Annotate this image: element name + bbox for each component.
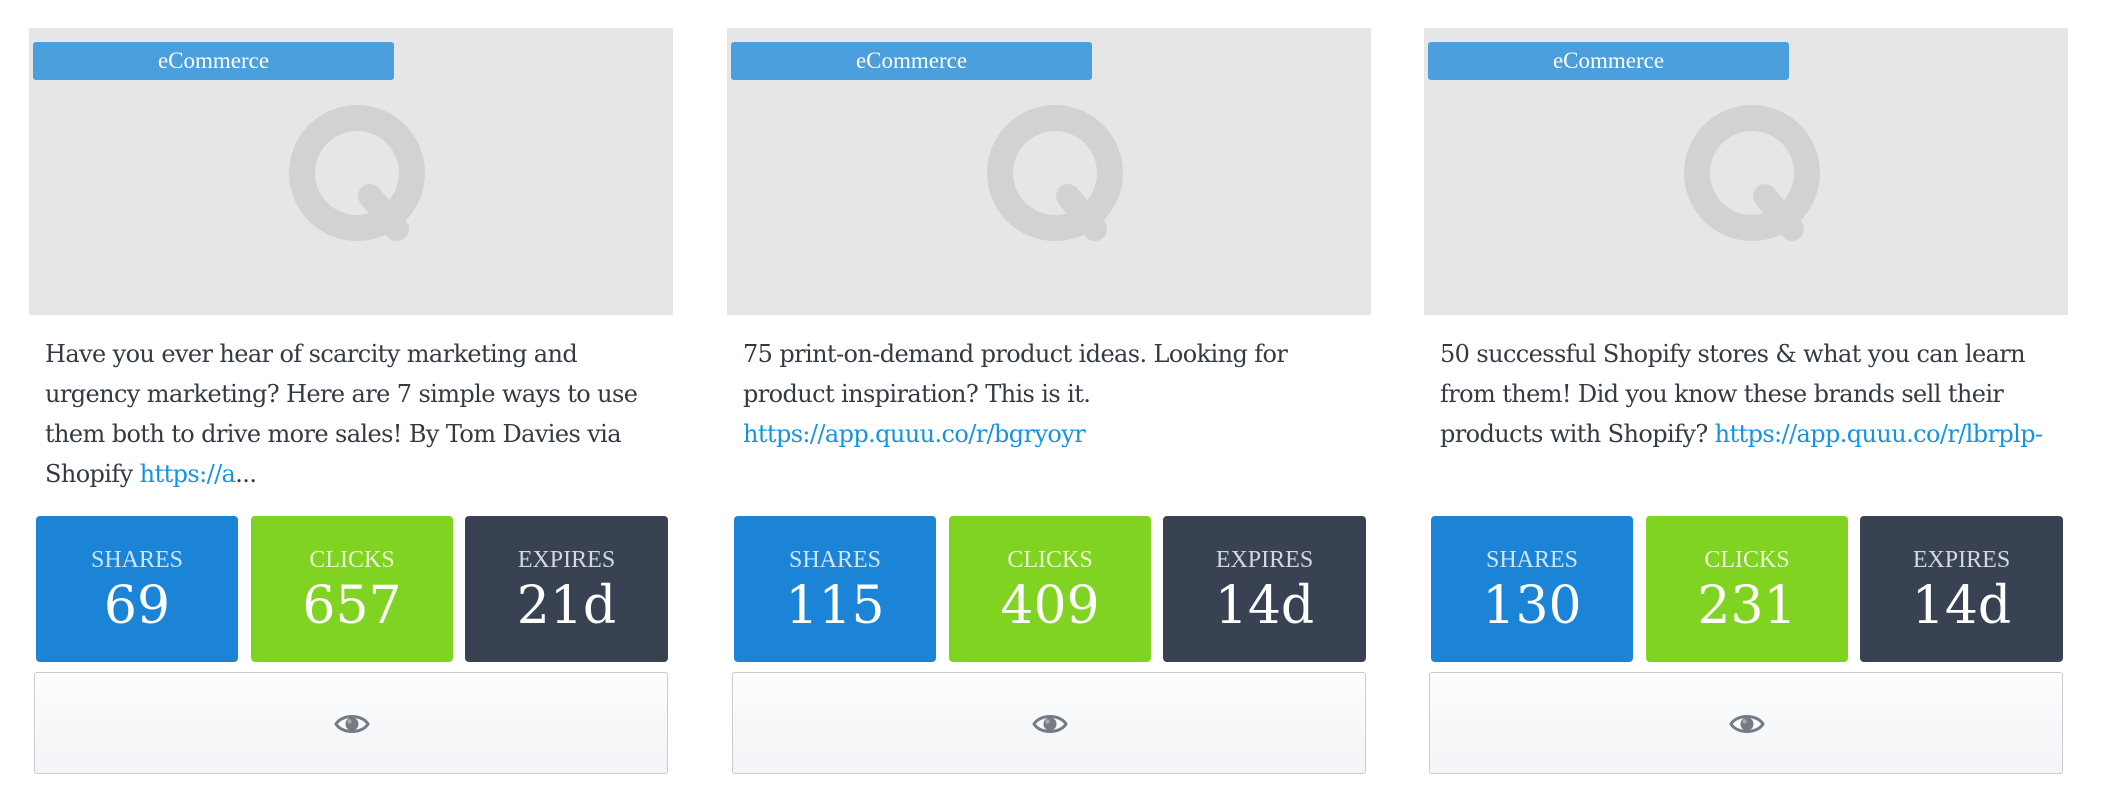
expires-label: EXPIRES <box>1215 547 1314 573</box>
category-badge[interactable]: eCommerce <box>1428 42 1789 80</box>
card-thumbnail: eCommerce <box>29 28 673 315</box>
eye-icon <box>334 715 370 733</box>
content-card: eCommerce 75 print-on-demand product ide… <box>727 28 1371 788</box>
shares-stat: SHARES 130 <box>1431 516 1633 662</box>
quuu-q-logo-icon <box>1684 105 1820 241</box>
shares-label: SHARES <box>788 547 882 573</box>
preview-button[interactable] <box>732 672 1366 774</box>
shares-value: 115 <box>785 576 885 636</box>
post-description: Have you ever hear of scarcity marketing… <box>45 334 665 494</box>
clicks-stat: CLICKS 409 <box>949 516 1151 662</box>
card-thumbnail: eCommerce <box>1424 28 2068 315</box>
stats-row: SHARES 130 CLICKS 231 EXPIRES 14d <box>1431 516 2063 662</box>
shares-label: SHARES <box>90 547 184 573</box>
post-description: 75 print-on-demand product ideas. Lookin… <box>743 334 1363 454</box>
content-card: eCommerce Have you ever hear of scarcity… <box>29 28 673 788</box>
category-badge[interactable]: eCommerce <box>33 42 394 80</box>
expires-value: 14d <box>1214 576 1315 636</box>
expires-value: 14d <box>1911 576 2012 636</box>
shares-stat: SHARES 69 <box>36 516 238 662</box>
post-text: Have you ever hear of scarcity marketing… <box>45 340 638 488</box>
eye-icon <box>1032 715 1068 733</box>
post-link[interactable]: https://app.quuu.co/r/bgryoyr <box>743 420 1086 448</box>
expires-label: EXPIRES <box>517 547 616 573</box>
stats-row: SHARES 115 CLICKS 409 EXPIRES 14d <box>734 516 1366 662</box>
quuu-q-logo-icon <box>289 105 425 241</box>
expires-value: 21d <box>516 576 617 636</box>
clicks-label: CLICKS <box>1007 547 1093 573</box>
clicks-stat: CLICKS 231 <box>1646 516 1848 662</box>
preview-button[interactable] <box>34 672 668 774</box>
clicks-label: CLICKS <box>1704 547 1790 573</box>
clicks-value: 409 <box>1000 576 1100 636</box>
category-badge[interactable]: eCommerce <box>731 42 1092 80</box>
clicks-value: 231 <box>1697 576 1797 636</box>
quuu-q-logo-icon <box>987 105 1123 241</box>
expires-stat: EXPIRES 14d <box>1163 516 1366 662</box>
content-card: eCommerce 50 successful Shopify stores &… <box>1424 28 2068 788</box>
eye-icon <box>1729 715 1765 733</box>
clicks-stat: CLICKS 657 <box>251 516 453 662</box>
shares-label: SHARES <box>1485 547 1579 573</box>
post-text: 75 print-on-demand product ideas. Lookin… <box>743 340 1288 408</box>
clicks-value: 657 <box>302 576 402 636</box>
stats-row: SHARES 69 CLICKS 657 EXPIRES 21d <box>36 516 668 662</box>
expires-stat: EXPIRES 21d <box>465 516 668 662</box>
post-link[interactable]: https://app.quuu.co/r/lbrplp- <box>1715 420 2043 448</box>
card-thumbnail: eCommerce <box>727 28 1371 315</box>
post-description: 50 successful Shopify stores & what you … <box>1440 334 2060 454</box>
clicks-label: CLICKS <box>309 547 395 573</box>
post-ellipsis: ... <box>235 460 257 488</box>
expires-label: EXPIRES <box>1912 547 2011 573</box>
post-link[interactable]: https://a <box>140 460 236 488</box>
shares-stat: SHARES 115 <box>734 516 936 662</box>
shares-value: 69 <box>103 576 171 636</box>
expires-stat: EXPIRES 14d <box>1860 516 2063 662</box>
shares-value: 130 <box>1482 576 1582 636</box>
preview-button[interactable] <box>1429 672 2063 774</box>
